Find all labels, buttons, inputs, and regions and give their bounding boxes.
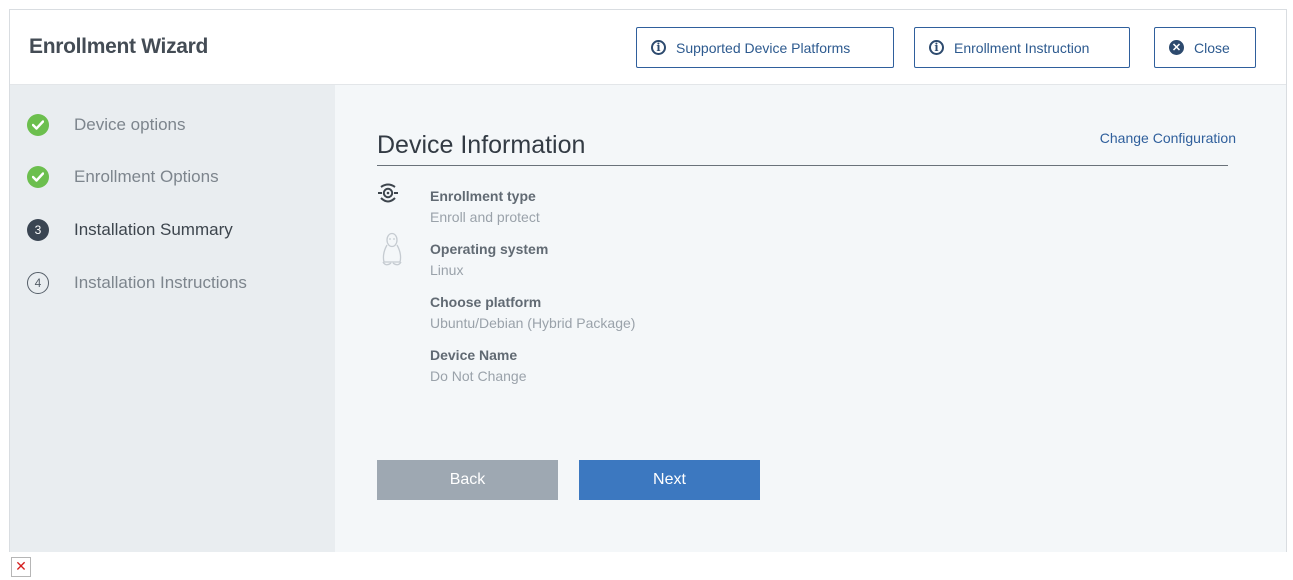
field-name: Operating system — [430, 241, 549, 257]
checkmark-icon — [27, 114, 49, 136]
wizard-steps-sidebar: Device options Enrollment Options 3 Inst… — [10, 85, 335, 552]
field-name: Choose platform — [430, 294, 542, 310]
main-panel: Device Information Change Configuration … — [335, 85, 1286, 552]
enrollment-type-icon — [377, 183, 399, 212]
section-title: Device Information — [377, 131, 586, 159]
checkmark-icon — [27, 166, 49, 188]
info-icon: i — [651, 40, 666, 55]
field-device-name: Device Name Do Not Change — [430, 347, 527, 384]
step-number-badge: 4 — [27, 272, 49, 294]
field-value: Ubuntu/Debian (Hybrid Package) — [430, 315, 636, 331]
close-icon: ✕ — [1169, 40, 1184, 55]
step-label: Device options — [74, 115, 186, 134]
field-enrollment-type: Enrollment type Enroll and protect — [430, 188, 540, 225]
enrollment-wizard: Enrollment Wizard i Supported Device Pla… — [9, 9, 1287, 552]
enrollment-instruction-button[interactable]: i Enrollment Instruction — [914, 27, 1130, 68]
step-label: Enrollment Options — [74, 167, 219, 186]
supported-platforms-button[interactable]: i Supported Device Platforms — [636, 27, 894, 68]
step-number-badge: 3 — [27, 219, 49, 241]
step-enrollment-options[interactable]: Enrollment Options — [27, 165, 219, 189]
enrollment-instruction-label: Enrollment Instruction — [954, 39, 1090, 56]
close-button[interactable]: ✕ Close — [1154, 27, 1256, 68]
field-choose-platform: Choose platform Ubuntu/Debian (Hybrid Pa… — [430, 294, 635, 331]
linux-penguin-icon — [380, 232, 404, 273]
field-value: Do Not Change — [430, 368, 527, 384]
broken-image-icon: ✕ — [11, 557, 31, 577]
change-configuration-link[interactable]: Change Configuration — [1100, 130, 1236, 146]
supported-platforms-label: Supported Device Platforms — [676, 39, 851, 56]
back-button[interactable]: Back — [377, 460, 558, 500]
wizard-header: Enrollment Wizard i Supported Device Pla… — [10, 10, 1286, 85]
step-label: Installation Summary — [74, 220, 233, 239]
field-value: Linux — [430, 262, 464, 278]
step-installation-summary[interactable]: 3 Installation Summary — [27, 218, 233, 242]
field-value: Enroll and protect — [430, 209, 540, 225]
close-label: Close — [1194, 39, 1230, 56]
next-button[interactable]: Next — [579, 460, 760, 500]
field-name: Device Name — [430, 347, 518, 363]
field-operating-system: Operating system Linux — [430, 241, 548, 278]
step-label: Installation Instructions — [74, 273, 247, 292]
section-divider — [377, 165, 1228, 166]
step-installation-instructions[interactable]: 4 Installation Instructions — [27, 271, 247, 295]
field-name: Enrollment type — [430, 188, 536, 204]
wizard-title: Enrollment Wizard — [29, 35, 209, 58]
step-device-options[interactable]: Device options — [27, 113, 186, 137]
info-icon: i — [929, 40, 944, 55]
